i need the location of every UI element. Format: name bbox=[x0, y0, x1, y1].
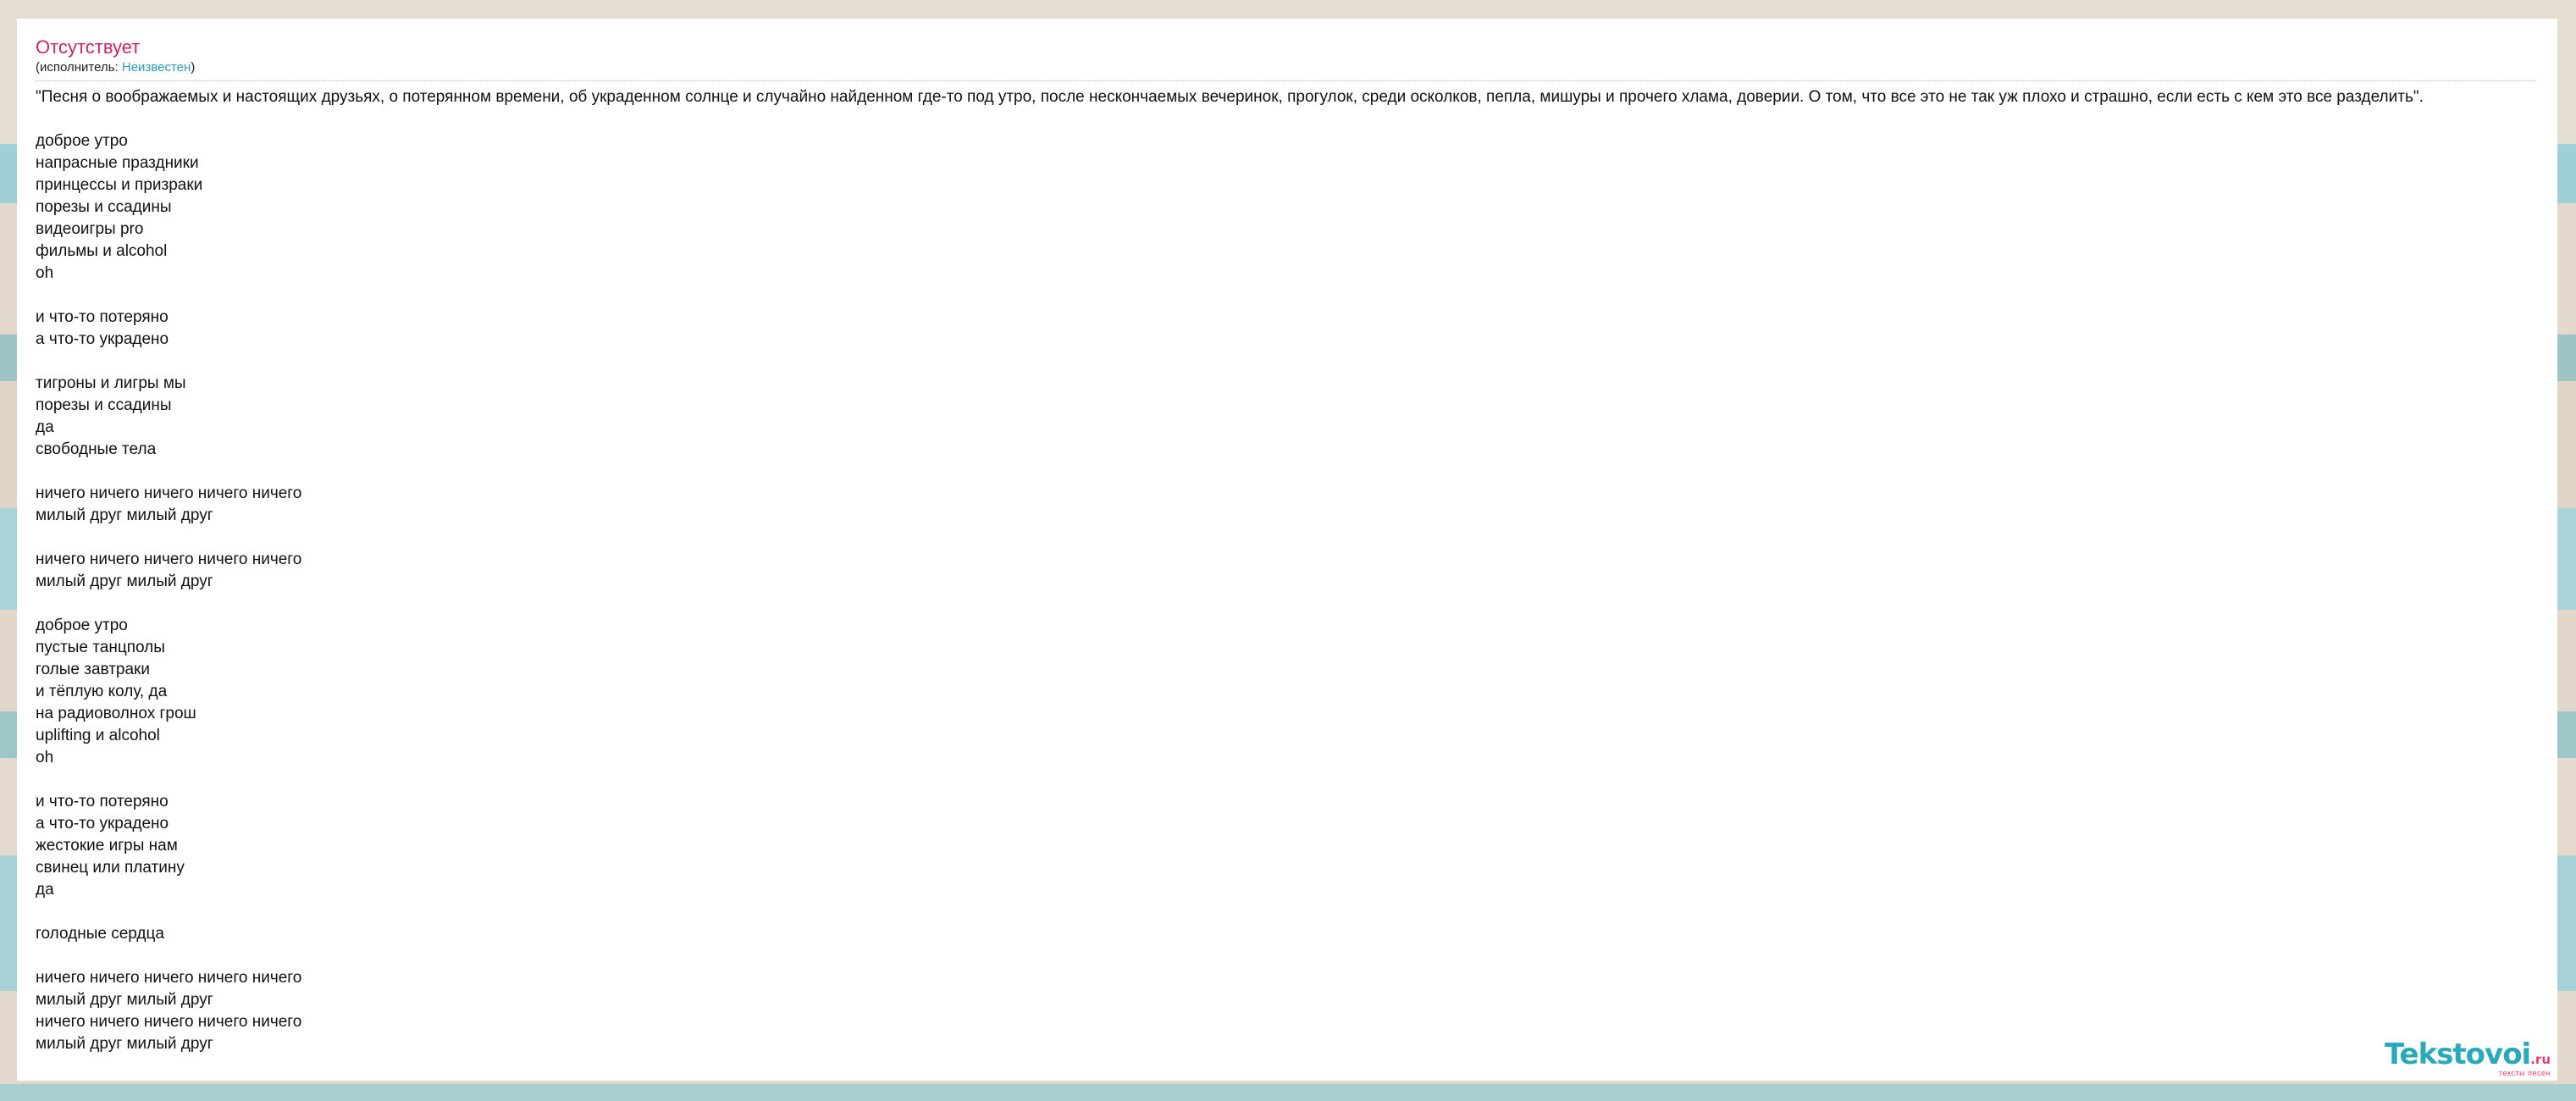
lyric-line: ничего ничего ничего ничего ничего bbox=[36, 1013, 302, 1031]
lyric-line: принцессы и призраки bbox=[36, 176, 203, 194]
song-description: "Песня о воображаемых и настоящих друзья… bbox=[36, 88, 2424, 106]
lyric-line: тигроны и лигры мы bbox=[36, 374, 186, 392]
lyric-line: ничего ничего ничего ничего ничего bbox=[36, 969, 302, 987]
lyric-line: uplifting и alcohol bbox=[36, 727, 160, 744]
lyric-line: напрасные праздники bbox=[36, 154, 199, 172]
lyric-line: ничего ничего ничего ничего ничего bbox=[36, 484, 302, 502]
artist-link[interactable]: Неизвестен bbox=[122, 60, 191, 75]
lyric-line: на радиоволнох грош bbox=[36, 705, 196, 722]
logo-name: Tekstovoi bbox=[2384, 1037, 2531, 1071]
lyric-line: свободные тела bbox=[36, 440, 157, 458]
lyric-line: и тёплую колу, да bbox=[36, 683, 168, 700]
lyric-line: а что-то украдено bbox=[36, 815, 169, 833]
lyric-line: да bbox=[36, 418, 54, 436]
lyric-line: голые завтраки bbox=[36, 661, 150, 678]
lyric-line: доброе утро bbox=[36, 132, 128, 150]
lyric-line bbox=[36, 901, 2557, 923]
lyric-line: и что-то потеряно bbox=[36, 793, 169, 811]
lyric-line: а что-то украдено bbox=[36, 330, 169, 348]
artist-line: (исполнитель: Неизвестен) bbox=[36, 59, 2535, 81]
lyric-line: доброе утро bbox=[36, 617, 128, 634]
lyrics-block: доброе утро напрасные праздники принцессы … bbox=[36, 130, 2557, 1055]
lyric-line: да bbox=[36, 881, 54, 899]
lyric-line: порезы и ссадины bbox=[36, 198, 172, 216]
lyric-line bbox=[36, 351, 2557, 373]
content-panel: Отсутствует (исполнитель: Неизвестен) "П… bbox=[17, 19, 2557, 1081]
logo-domain: .ru bbox=[2530, 1052, 2551, 1067]
lyric-line: милый друг милый друг bbox=[36, 991, 213, 1009]
lyric-line: видеоигры pro bbox=[36, 220, 144, 238]
lyric-line bbox=[36, 945, 2557, 967]
lyric-line: свинец или платину bbox=[36, 859, 185, 877]
lyric-line: oh bbox=[36, 264, 54, 282]
lyric-line bbox=[36, 593, 2557, 615]
lyric-line bbox=[36, 769, 2557, 791]
lyric-line bbox=[36, 285, 2557, 307]
lyric-line bbox=[36, 527, 2557, 549]
lyric-line: милый друг милый друг bbox=[36, 573, 213, 590]
song-title: Отсутствует bbox=[36, 36, 141, 58]
lyric-line: жестокие игры нам bbox=[36, 837, 178, 855]
lyric-line: пустые танцполы bbox=[36, 639, 165, 656]
lyric-line: голодные сердца bbox=[36, 925, 164, 943]
artist-suffix: ) bbox=[191, 60, 196, 75]
lyric-line: и что-то потеряно bbox=[36, 308, 169, 326]
lyric-line: oh bbox=[36, 749, 54, 766]
lyric-line: милый друг милый друг bbox=[36, 506, 213, 524]
site-logo[interactable]: Tekstovoi.ru тексты песен bbox=[2385, 1040, 2551, 1077]
lyric-line bbox=[36, 461, 2557, 483]
lyric-line: ничего ничего ничего ничего ничего bbox=[36, 550, 302, 568]
lyric-line: порезы и ссадины bbox=[36, 396, 172, 414]
artist-prefix: (исполнитель: bbox=[36, 60, 122, 75]
lyric-line: милый друг милый друг bbox=[36, 1035, 213, 1053]
lyric-line: фильмы и alcohol bbox=[36, 242, 168, 260]
